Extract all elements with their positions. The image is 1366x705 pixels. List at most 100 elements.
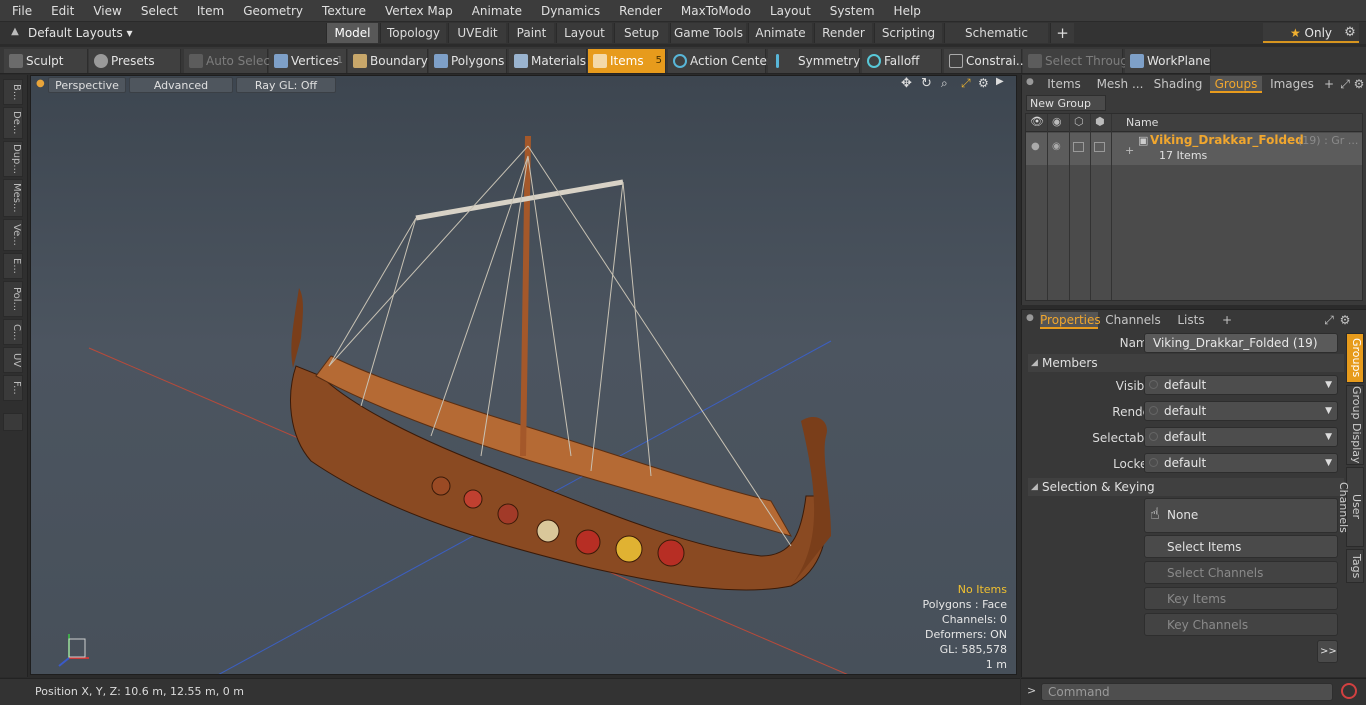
- sculpt-button[interactable]: Sculpt: [4, 49, 88, 73]
- tab-topology[interactable]: Topology: [380, 23, 446, 43]
- tab-items[interactable]: Items: [1040, 76, 1088, 93]
- members-section[interactable]: ◢ Members: [1028, 354, 1344, 372]
- tab-lists[interactable]: Lists: [1166, 312, 1216, 329]
- tab-paint[interactable]: Paint: [508, 23, 554, 43]
- tab-layout[interactable]: Layout: [556, 23, 612, 43]
- menu-edit[interactable]: Edit: [39, 0, 81, 22]
- tab-animate[interactable]: Animate: [748, 23, 812, 43]
- menu-texture[interactable]: Texture: [310, 0, 373, 22]
- action-center-button[interactable]: Action Center: [668, 49, 772, 73]
- viewport-dot-icon[interactable]: ●: [36, 78, 45, 89]
- command-input[interactable]: Command: [1041, 683, 1333, 701]
- symmetry-button[interactable]: Symmetry: [768, 49, 860, 73]
- tab-model[interactable]: Model: [326, 23, 378, 43]
- tab-properties[interactable]: Properties: [1040, 312, 1101, 329]
- left-tab-basic[interactable]: B...: [3, 79, 23, 105]
- tab-schematic-fusion[interactable]: Schematic Fusion: [944, 23, 1048, 60]
- expand-props-icon[interactable]: ⤢: [1322, 312, 1336, 329]
- selectable-select[interactable]: default ▼: [1144, 427, 1338, 447]
- tab-uvedit[interactable]: UVEdit: [448, 23, 506, 43]
- raygl-toggle[interactable]: Ray GL: Off: [236, 77, 336, 93]
- left-strip-toggle[interactable]: [3, 413, 23, 431]
- menu-help[interactable]: Help: [882, 0, 928, 22]
- select-icon[interactable]: ⬡: [1074, 115, 1084, 128]
- left-tab-duplicate[interactable]: Dup...: [3, 141, 23, 177]
- side-tab-groups[interactable]: Groups: [1346, 333, 1364, 383]
- menu-view[interactable]: View: [81, 0, 128, 22]
- move-view-icon[interactable]: ✥: [901, 76, 912, 91]
- fit-view-icon[interactable]: ⤢: [961, 76, 971, 91]
- panel-dot-icon[interactable]: ●: [1026, 77, 1034, 87]
- workplane-button[interactable]: WorkPlane: [1125, 49, 1211, 73]
- lock-icon[interactable]: ⬢: [1095, 115, 1105, 128]
- group-row[interactable]: ● ◉ + ▣ Viking_Drakkar_Folded (19) : Gr …: [1026, 133, 1362, 165]
- menu-file[interactable]: File: [0, 0, 39, 22]
- menu-system[interactable]: System: [818, 0, 882, 22]
- constraints-button[interactable]: Constrai...: [944, 49, 1027, 73]
- group-name-field[interactable]: Viking_Drakkar_Folded (19): [1144, 333, 1338, 353]
- side-tab-user-channels[interactable]: User Channels: [1337, 467, 1364, 547]
- menu-animate[interactable]: Animate: [460, 0, 529, 22]
- menu-item[interactable]: Item: [185, 0, 231, 22]
- falloff-button[interactable]: Falloff: [862, 49, 942, 73]
- none-button[interactable]: ☝ None: [1144, 498, 1338, 533]
- layout-up-icon[interactable]: ▲: [8, 25, 22, 39]
- new-group-button[interactable]: New Group: [1026, 95, 1106, 111]
- menu-dynamics[interactable]: Dynamics: [529, 0, 607, 22]
- name-column-header[interactable]: Name: [1126, 116, 1158, 129]
- view-perspective-button[interactable]: Perspective: [48, 77, 126, 93]
- render-select[interactable]: default ▼: [1144, 401, 1338, 421]
- tab-shading[interactable]: Shading: [1150, 76, 1206, 93]
- left-tab-fusion[interactable]: F...: [3, 375, 23, 401]
- row-eye-icon[interactable]: ●: [1031, 141, 1040, 152]
- menu-vertex-map[interactable]: Vertex Map: [373, 0, 460, 22]
- rotate-view-icon[interactable]: ↻: [921, 76, 932, 91]
- tab-images[interactable]: Images: [1265, 76, 1319, 93]
- key-items-button[interactable]: Key Items: [1144, 587, 1338, 610]
- tab-scripting[interactable]: Scripting: [874, 23, 942, 43]
- left-tab-curve[interactable]: C...: [3, 319, 23, 345]
- tab-game-tools[interactable]: Game Tools: [670, 23, 746, 43]
- props-gear-icon[interactable]: ⚙: [1338, 312, 1352, 329]
- tab-setup[interactable]: Setup: [614, 23, 668, 43]
- expand-panel-icon[interactable]: ⤢: [1338, 76, 1352, 93]
- select-items-button[interactable]: Select Items: [1144, 535, 1338, 558]
- layout-dropdown[interactable]: Default Layouts ▾: [28, 22, 133, 44]
- viewport-more-icon[interactable]: ▶: [996, 76, 1004, 87]
- selection-keying-section[interactable]: ◢ Selection & Keying: [1028, 478, 1344, 496]
- render-icon[interactable]: ◉: [1052, 115, 1062, 128]
- props-dot-icon[interactable]: ●: [1026, 313, 1034, 323]
- menu-layout[interactable]: Layout: [758, 0, 818, 22]
- eye-icon[interactable]: 👁: [1030, 115, 1044, 128]
- vertices-button[interactable]: Vertices 1: [269, 49, 347, 73]
- items-button[interactable]: Items 5: [588, 49, 666, 73]
- menu-select[interactable]: Select: [129, 0, 185, 22]
- record-icon[interactable]: [1341, 683, 1357, 699]
- materials-button[interactable]: Materials: [509, 49, 587, 73]
- gear-icon[interactable]: ⚙: [1340, 23, 1360, 43]
- select-channels-button[interactable]: Select Channels: [1144, 561, 1338, 584]
- auto-select-button[interactable]: Auto Select: [184, 49, 275, 73]
- add-tab-icon[interactable]: +: [1050, 23, 1074, 43]
- viewport-gear-icon[interactable]: ⚙: [978, 76, 989, 90]
- visible-select[interactable]: default ▼: [1144, 375, 1338, 395]
- left-tab-polygon[interactable]: Pol...: [3, 281, 23, 317]
- select-through-button[interactable]: Select Through: [1023, 49, 1136, 73]
- tab-mesh[interactable]: Mesh ...: [1092, 76, 1148, 93]
- left-tab-deform[interactable]: De...: [3, 107, 23, 139]
- add-panel-tab-icon[interactable]: +: [1322, 76, 1336, 93]
- row-select-checkbox[interactable]: [1073, 142, 1084, 152]
- menu-maxtomodo[interactable]: MaxToModo: [669, 0, 758, 22]
- left-tab-edge[interactable]: E...: [3, 253, 23, 279]
- menu-geometry[interactable]: Geometry: [231, 0, 310, 22]
- expand-icon[interactable]: +: [1125, 144, 1134, 157]
- shading-advanced-button[interactable]: Advanced: [129, 77, 233, 93]
- key-channels-button[interactable]: Key Channels: [1144, 613, 1338, 636]
- menu-render[interactable]: Render: [607, 0, 669, 22]
- viewport-3d[interactable]: ● Perspective Advanced Ray GL: Off ✥ ↻ ⌕…: [30, 75, 1017, 675]
- row-render-icon[interactable]: ◉: [1052, 141, 1061, 152]
- side-tab-tags[interactable]: Tags: [1346, 549, 1364, 583]
- more-button[interactable]: >>: [1317, 640, 1338, 663]
- boundary-button[interactable]: Boundary: [348, 49, 428, 73]
- add-props-tab-icon[interactable]: +: [1220, 312, 1234, 329]
